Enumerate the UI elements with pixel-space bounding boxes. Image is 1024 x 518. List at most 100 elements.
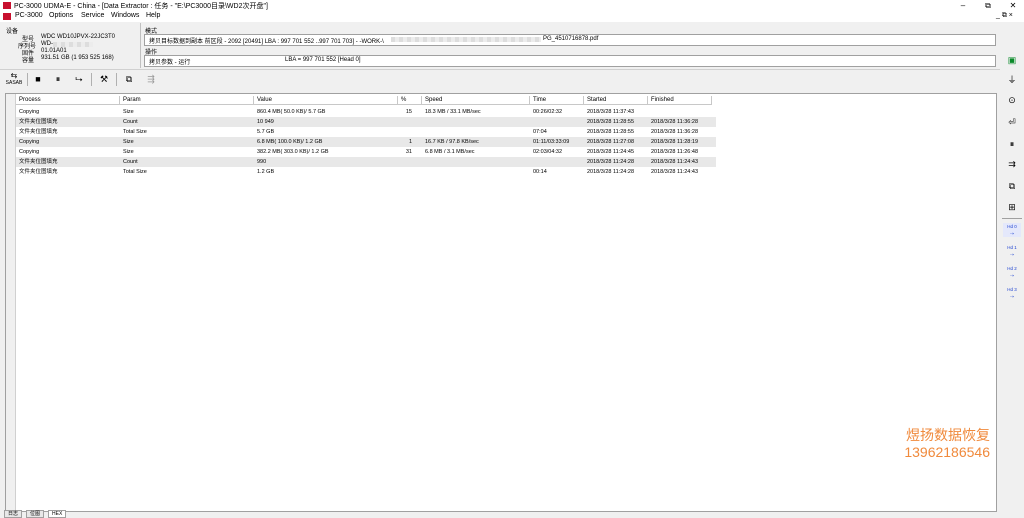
reset-icon[interactable]: ⊙ <box>1004 93 1020 107</box>
operation-box: 拷贝参数 - 运行 LBA = 997 701 552 [Head 0] <box>144 55 996 67</box>
stop-button[interactable]: ■ <box>30 72 46 87</box>
menu-help[interactable]: Help <box>146 12 160 19</box>
cell-value: 5.7 GB <box>257 129 275 135</box>
process-table: Process Param Value % Speed Time Started… <box>5 93 997 512</box>
plug-icon[interactable]: ⏎ <box>1004 115 1020 129</box>
mdi-controls[interactable]: _ ⧉ × <box>996 12 1013 20</box>
pause-icon[interactable]: ⏸ <box>1004 137 1020 151</box>
cell-finished: 2018/3/28 11:24:43 <box>651 169 698 175</box>
tab-hex[interactable]: HEX <box>48 510 67 518</box>
cell-finished: 2018/3/28 11:28:19 <box>651 139 698 145</box>
cell-process: 文件夹位图填充 <box>19 129 58 135</box>
mode-box: 拷贝目标数据到副本 前区段 - 2092 [20491] LBA : 997 7… <box>144 34 996 46</box>
cell-value: 860.4 MB( 50.0 KB)/ 5.7 GB <box>257 109 326 115</box>
pause-button[interactable]: ⏸ <box>50 72 66 87</box>
head-1-label: Hd 1 <box>1007 245 1017 250</box>
tab-bitmap[interactable]: 位图 <box>26 510 45 518</box>
col-speed[interactable]: Speed <box>422 96 530 105</box>
right-panel: ▣ ⏚ ⊙ ⏎ ⏸ ⇉ ⧉ ⊞ Hd 0 ⇢ Hd 1 ⇢ Hd 2 ⇢ Hd 3 ⇢ <box>1000 45 1024 516</box>
menu-bar: PC-3000 Options Service Windows Help _ ⧉… <box>0 11 1024 22</box>
cell-finished: 2018/3/28 11:24:43 <box>651 159 698 165</box>
head-1-button[interactable]: Hd 1 ⇢ <box>1003 244 1021 258</box>
close-button[interactable]: ✕ <box>1002 0 1024 11</box>
cell-started: 2018/3/28 11:24:28 <box>587 159 634 165</box>
info-panel: 设备 型号 WDC WD10JPVX-22JC3T0 序列号 WD- 固件 01… <box>0 23 1024 70</box>
capacity-label: 容量 <box>22 58 35 64</box>
app-menu-icon[interactable] <box>3 13 11 20</box>
col-process[interactable]: Process <box>16 96 120 105</box>
mode-text-tail: PG_4510716878.pdf <box>543 36 599 42</box>
operation-lba: LBA = 997 701 552 [Head 0] <box>285 57 361 63</box>
cell-speed: 6.8 MB / 3.1 MB/sec <box>425 149 475 155</box>
operation-left: 拷贝参数 - 运行 <box>149 60 191 66</box>
col-started[interactable]: Started <box>584 96 648 105</box>
col-finished[interactable]: Finished <box>648 96 712 105</box>
cell-finished: 2018/3/28 11:36:28 <box>651 119 698 125</box>
cell-percent: 1 <box>408 139 412 145</box>
cell-finished: 2018/3/28 11:36:28 <box>651 129 698 135</box>
cell-value: 1.2 GB <box>257 169 275 175</box>
cell-started: 2018/3/28 11:37:43 <box>587 109 634 115</box>
window-title: PC-3000 UDMA-E - China - [Data Extractor… <box>14 3 268 10</box>
cell-process: Copying <box>19 149 40 155</box>
title-bar: PC-3000 UDMA-E - China - [Data Extractor… <box>0 0 1024 11</box>
maximize-button[interactable]: ⧉ <box>977 0 999 11</box>
tab-log[interactable]: 日志 <box>4 510 23 518</box>
cell-time <box>530 117 584 127</box>
menu-pc3000[interactable]: PC-3000 <box>15 12 43 19</box>
col-param[interactable]: Param <box>120 96 254 105</box>
sas-label: SASAB <box>5 80 23 86</box>
toolbar-separator <box>116 73 117 86</box>
toolbar: ⇆ SASAB ■ ⏸ ⮡ ⚒ ⧉ ⇶ <box>0 70 1000 89</box>
cell-value: 10 949 <box>257 119 274 125</box>
copy-button[interactable]: ⧉ <box>121 72 137 87</box>
col-percent[interactable]: % <box>398 96 422 105</box>
cell-started: 2018/3/28 11:28:55 <box>587 119 634 125</box>
head-0-label: Hd 0 <box>1007 224 1017 229</box>
sata-icon[interactable]: ⇉ <box>1004 157 1020 171</box>
cell-process: Copying <box>19 109 40 115</box>
cell-value: 990 <box>257 159 267 165</box>
app-icon <box>3 2 11 9</box>
cell-param: Total Size <box>123 129 147 135</box>
cell-percent: 15 <box>405 109 412 115</box>
cell-speed: 16.7 KB / 97.8 KB/sec <box>425 139 479 145</box>
power-icon[interactable]: ⏚ <box>1004 73 1020 87</box>
row-header-column <box>6 94 16 511</box>
col-value[interactable]: Value <box>254 96 398 105</box>
toolbar-separator <box>91 73 92 86</box>
export-button[interactable]: ⮡ <box>71 72 87 87</box>
cell-started: 2018/3/28 11:24:28 <box>587 169 634 175</box>
cell-finished <box>648 107 712 117</box>
cell-process: 文件夹位图填充 <box>19 169 58 175</box>
menu-service[interactable]: Service <box>81 12 104 19</box>
menu-windows[interactable]: Windows <box>111 12 139 19</box>
sas-mode-button[interactable]: ⇆ SASAB <box>4 72 24 87</box>
port-icon[interactable]: ⊞ <box>1004 200 1020 214</box>
col-time[interactable]: Time <box>530 96 584 105</box>
head-2-label: Hd 2 <box>1007 266 1017 271</box>
cell-param: Count <box>123 159 138 165</box>
capacity-value: 931.51 GB (1 953 525 168) <box>41 55 114 61</box>
serial-redacted <box>53 42 93 47</box>
sas-icon: ⇆ <box>10 71 18 80</box>
split-button[interactable]: ⇶ <box>143 72 159 87</box>
cell-process: 文件夹位图填充 <box>19 159 58 165</box>
cell-process: 文件夹位图填充 <box>19 119 58 125</box>
head-2-button[interactable]: Hd 2 ⇢ <box>1003 265 1021 279</box>
serial-value: WD- <box>41 41 53 47</box>
cell-time: 00:14 <box>533 169 547 175</box>
cell-percent: 31 <box>405 149 412 155</box>
copy-icon[interactable]: ⧉ <box>1004 179 1020 193</box>
connect-icon[interactable]: ▣ <box>1004 53 1020 67</box>
cell-percent <box>398 117 422 127</box>
cell-time: 02:03/04:32 <box>533 149 563 155</box>
watermark-company: 煜扬数据恢复 <box>906 427 990 443</box>
head-3-button[interactable]: Hd 3 ⇢ <box>1003 286 1021 300</box>
tools-button[interactable]: ⚒ <box>96 72 112 87</box>
cell-speed <box>422 167 530 177</box>
menu-options[interactable]: Options <box>49 12 73 19</box>
head-0-button[interactable]: Hd 0 ⇢ <box>1003 223 1021 237</box>
mode-redacted <box>391 37 541 42</box>
minimize-button[interactable]: – <box>952 0 974 11</box>
